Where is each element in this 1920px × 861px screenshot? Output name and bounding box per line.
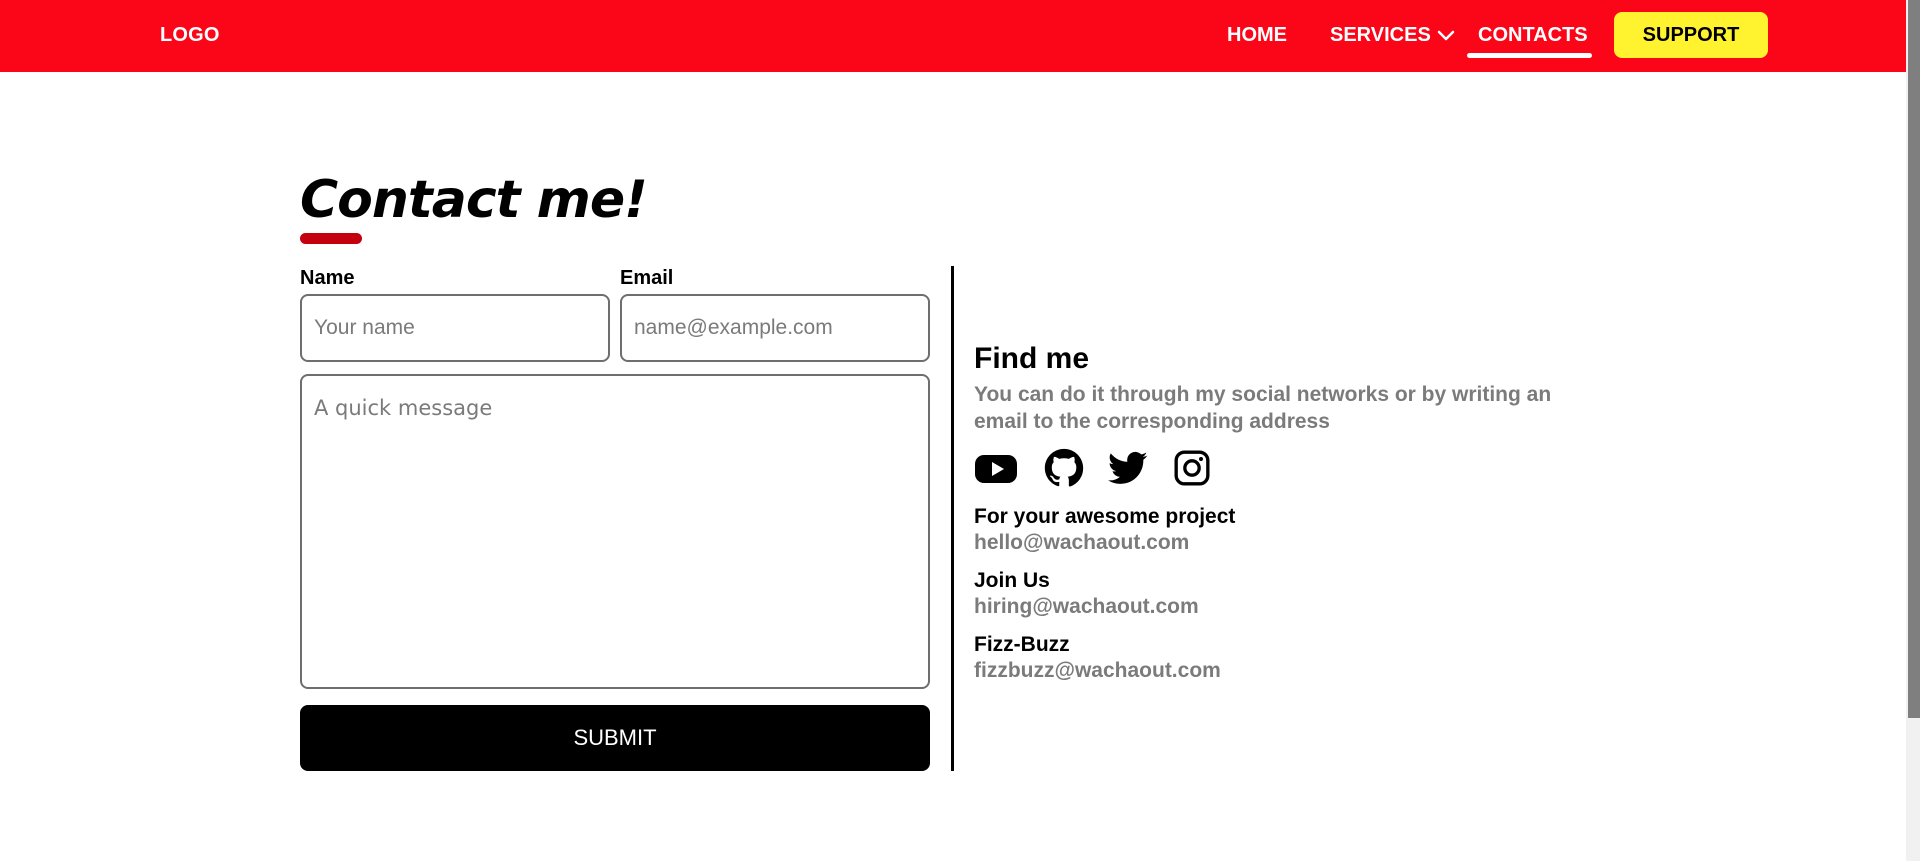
chevron-down-icon [1437,30,1455,40]
submit-button[interactable]: SUBMIT [300,705,930,771]
contact-email-link[interactable]: hello@wachaout.com [974,530,1235,556]
name-input[interactable] [300,294,610,362]
nav-home-link[interactable]: HOME [1227,24,1287,47]
contact-item: Join Us hiring@wachaout.com [974,568,1199,620]
navbar: LOGO HOME SERVICES CONTACTS SUPPORT [0,0,1906,72]
youtube-icon[interactable] [974,448,1018,488]
contact-label: Join Us [974,569,1050,592]
contact-email-link[interactable]: hiring@wachaout.com [974,594,1199,620]
name-label: Name [300,267,355,289]
scrollbar-thumb[interactable] [1908,0,1920,718]
nav-services-link[interactable]: SERVICES [1330,24,1455,47]
contact-email-link[interactable]: fizzbuzz@wachaout.com [974,658,1221,684]
nav-contacts-link[interactable]: CONTACTS [1478,24,1588,47]
contact-item: For your awesome project hello@wachaout.… [974,504,1235,556]
twitter-icon[interactable] [1106,448,1150,488]
vertical-divider [951,266,954,771]
message-textarea[interactable] [300,374,930,689]
title-underline [300,233,362,244]
support-button[interactable]: SUPPORT [1614,12,1768,58]
instagram-icon[interactable] [1170,448,1214,488]
contact-label: Fizz-Buzz [974,633,1070,656]
contact-item: Fizz-Buzz fizzbuzz@wachaout.com [974,632,1221,684]
nav-services-label: SERVICES [1330,24,1431,46]
contact-label: For your awesome project [974,505,1236,528]
page-title: Contact me! [300,170,648,230]
email-input[interactable] [620,294,930,362]
find-me-description: You can do it through my social networks… [974,383,1552,433]
github-icon[interactable] [1042,448,1086,488]
email-label: Email [620,267,674,289]
active-tab-indicator [1467,53,1592,58]
find-me-title: Find me [974,342,1090,375]
logo[interactable]: LOGO [160,24,220,47]
